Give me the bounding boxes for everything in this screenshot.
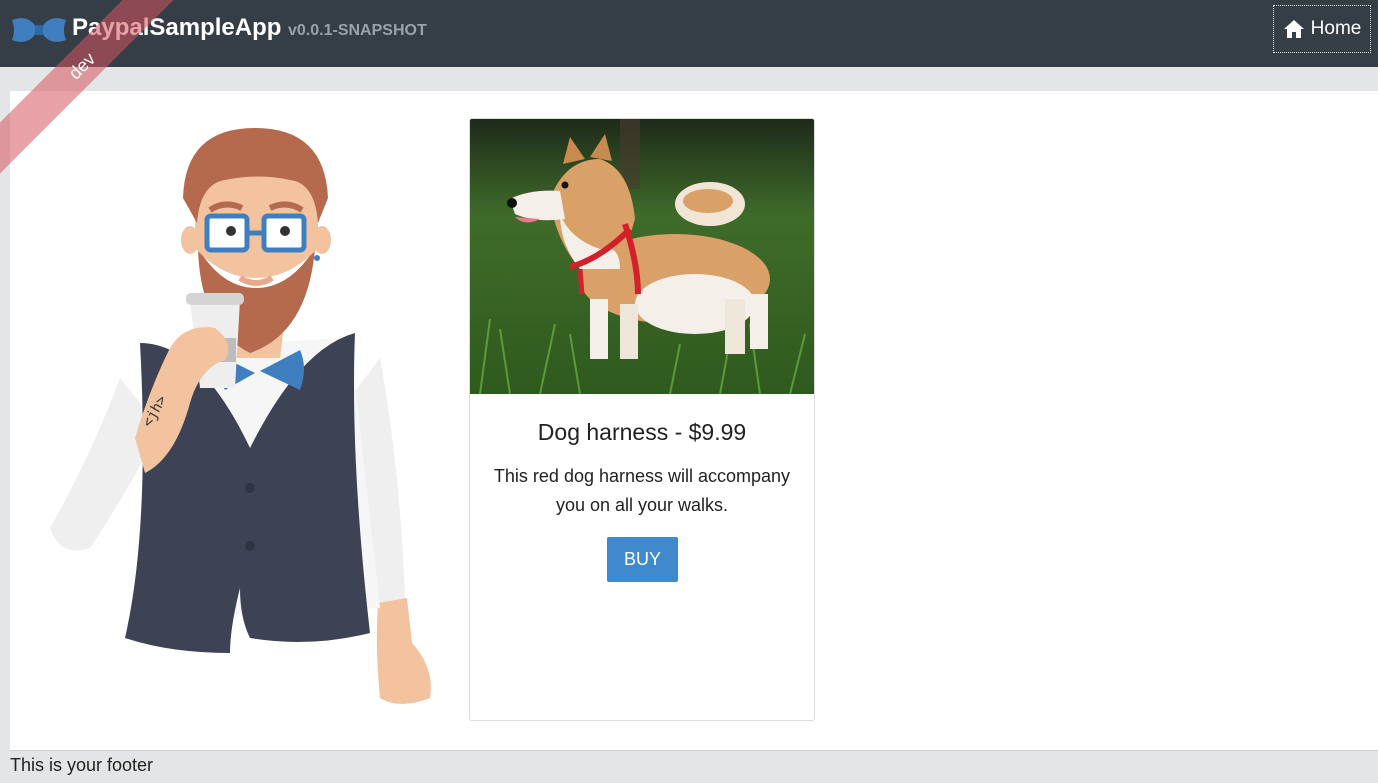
- footer-text: This is your footer: [10, 755, 154, 775]
- footer: This is your footer: [10, 750, 1378, 783]
- nav-home-link[interactable]: Home: [1273, 5, 1371, 53]
- shiba-inu-dog-photo: [470, 119, 814, 394]
- navbar: PaypalSampleApp v0.0.1-SNAPSHOT Home: [0, 0, 1378, 67]
- product-title: Dog harness - $9.99: [537, 419, 747, 445]
- home-icon: [1283, 20, 1304, 38]
- product-description: This red dog harness will accompany you …: [493, 466, 791, 515]
- brand-title-second: SampleApp: [149, 14, 282, 41]
- brand-title-first: Paypal: [72, 14, 150, 41]
- buy-button[interactable]: BUY: [607, 537, 678, 582]
- main-content: <jh> Dog harness - $9.99 This red dog ha…: [10, 91, 1378, 750]
- bowtie-logo-icon[interactable]: [10, 16, 68, 44]
- hipster-illustration: <jh>: [50, 128, 431, 704]
- brand-title[interactable]: PaypalSampleApp: [72, 14, 281, 42]
- nav-home-label: Home: [1310, 18, 1362, 39]
- app-version: v0.0.1-SNAPSHOT: [288, 22, 427, 39]
- product-card: Dog harness - $9.99 This red dog harness…: [469, 118, 815, 721]
